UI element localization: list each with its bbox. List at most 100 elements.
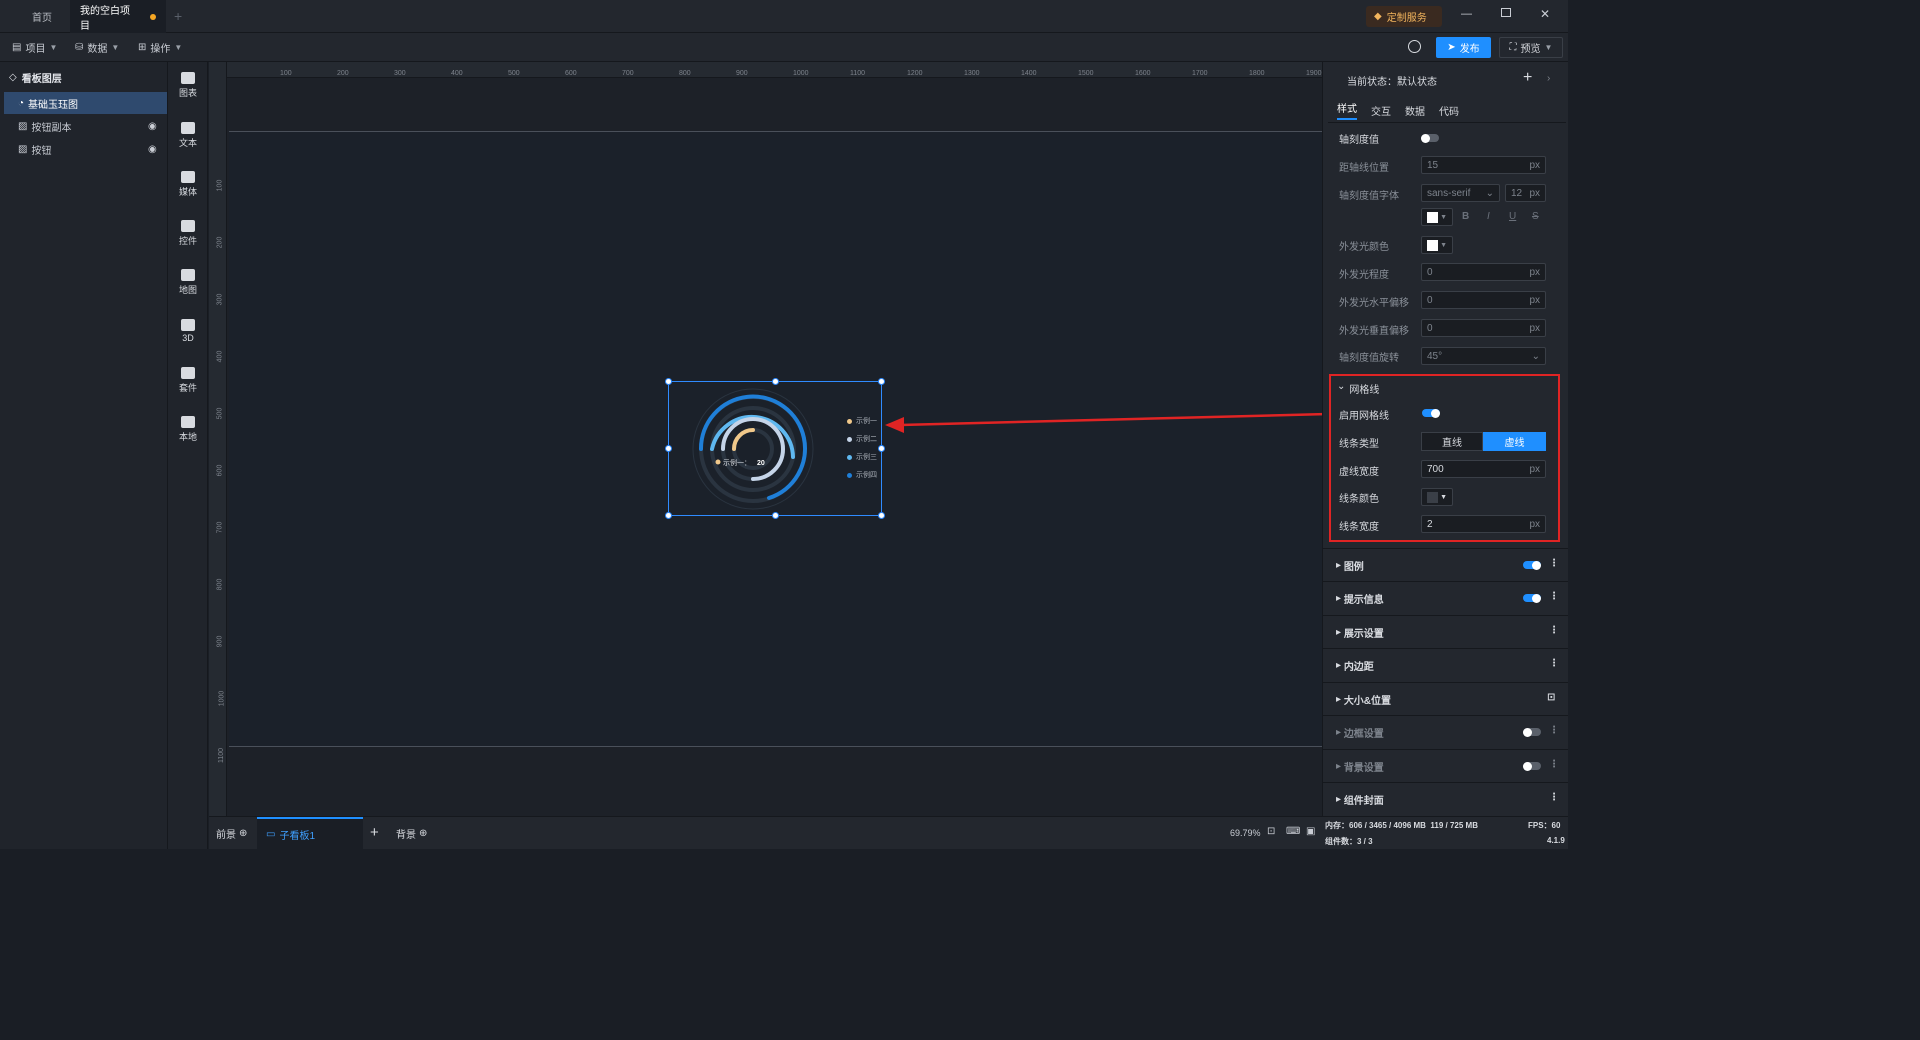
tool-text[interactable]: 文本 [168, 122, 208, 149]
rotate-select[interactable]: 45° ⌄ [1421, 347, 1546, 365]
italic-icon[interactable]: I [1487, 211, 1490, 222]
section-cover[interactable]: ▸ 组件封面 ⋮ [1323, 782, 1568, 815]
search-icon[interactable] [1408, 40, 1421, 53]
more-vertical-icon[interactable]: ⋮ [1549, 591, 1559, 602]
tool-local[interactable]: 本地 [168, 416, 208, 443]
add-circle-icon[interactable]: ⊕ [419, 828, 427, 839]
hidden-eye-icon[interactable]: ◉ [148, 144, 157, 155]
foreground-tab[interactable]: 前景 ⊕ [216, 826, 247, 841]
caret-right-icon: ▸ [1336, 559, 1344, 571]
more-vertical-icon[interactable]: ⋮ [1549, 725, 1559, 736]
preview-button[interactable]: ⛶ 预览 ▼ [1499, 37, 1563, 58]
tab-data[interactable]: 数据 [1405, 103, 1425, 118]
more-vertical-icon[interactable]: ⋮ [1549, 558, 1559, 569]
bold-icon[interactable]: B [1462, 211, 1469, 222]
tab-home[interactable]: 首页 [14, 0, 70, 33]
chevron-right-icon[interactable]: › [1547, 73, 1550, 84]
section-legend[interactable]: ▸ 图例 ⋮ [1323, 548, 1568, 581]
add-tab-icon[interactable]: + [174, 8, 182, 24]
resize-handle[interactable] [665, 445, 672, 452]
glow-h-input[interactable]: 0 px [1421, 291, 1546, 309]
resize-handle[interactable] [772, 512, 779, 519]
strikethrough-icon[interactable]: S [1532, 211, 1539, 222]
section-padding[interactable]: ▸ 内边距 ⋮ [1323, 648, 1568, 681]
line-color-picker[interactable]: ▼ [1421, 488, 1453, 506]
more-vertical-icon[interactable]: ⋮ [1549, 625, 1559, 636]
zoom-level[interactable]: 69.79% [1230, 828, 1261, 838]
menu-operate[interactable]: ⊞ 操作 ▼ [138, 33, 182, 62]
glow-level-input[interactable]: 0 px [1421, 263, 1546, 281]
background-tab[interactable]: 背景 ⊕ [396, 826, 427, 841]
subboard-tab[interactable]: ▭ 子看板1 [257, 817, 363, 850]
ring-chart-icon: ◔ [18, 97, 25, 109]
tooltip-toggle[interactable] [1523, 593, 1541, 603]
tool-3d[interactable]: 3D [168, 319, 208, 343]
legend-item[interactable]: 示例四 [847, 470, 877, 480]
close-icon[interactable]: ✕ [1540, 7, 1550, 21]
tab-style[interactable]: 样式 [1337, 100, 1357, 120]
fit-screen-icon[interactable]: ⊡ [1267, 826, 1275, 837]
minimize-icon[interactable]: — [1461, 8, 1472, 20]
publish-button[interactable]: ➤ 发布 [1436, 37, 1491, 58]
line-width-input[interactable]: 2 px [1421, 515, 1546, 533]
distance-input[interactable]: 15 px [1421, 156, 1546, 174]
glow-color-picker[interactable]: ▼ [1421, 236, 1453, 254]
hidden-eye-icon[interactable]: ◉ [148, 121, 157, 132]
font-size-input[interactable]: 12 px [1505, 184, 1546, 202]
grid-section-header[interactable]: ⌄ 网格线 [1337, 381, 1379, 396]
terminal-icon[interactable]: ▣ [1306, 826, 1315, 837]
resize-handle[interactable] [665, 512, 672, 519]
add-circle-icon[interactable]: ⊕ [239, 828, 247, 839]
layer-item[interactable]: ◔ 基础玉珏图 [4, 92, 167, 114]
menu-project[interactable]: ▤ 项目 ▼ [12, 33, 57, 62]
line-type-solid[interactable]: 直线 [1421, 432, 1483, 451]
resize-handle[interactable] [878, 512, 885, 519]
legend-item[interactable]: 示例一 [847, 416, 877, 426]
tool-kit[interactable]: 套件 [168, 367, 208, 394]
line-type-dashed[interactable]: 虚线 [1483, 432, 1546, 451]
section-background[interactable]: ▸ 背景设置 ⋮ [1323, 749, 1568, 782]
custom-service-button[interactable]: ◆ 定制服务 [1366, 6, 1442, 27]
dash-width-input[interactable]: 700 px [1421, 460, 1546, 478]
more-vertical-icon[interactable]: ⋮ [1549, 792, 1559, 803]
section-tooltip[interactable]: ▸ 提示信息 ⋮ [1323, 581, 1568, 614]
more-vertical-icon[interactable]: ⋮ [1549, 658, 1559, 669]
tool-chart[interactable]: 图表 [168, 72, 208, 99]
ruler-left: 100 200 300 400 500 600 700 800 900 1000 1100 [209, 62, 227, 816]
background-toggle[interactable] [1523, 761, 1541, 771]
tab-project[interactable]: 我的空白项目 [70, 0, 166, 33]
legend-toggle[interactable] [1523, 560, 1541, 570]
legend-item[interactable]: 示例三 [847, 452, 877, 462]
border-toggle[interactable] [1523, 727, 1541, 737]
legend-swatch [847, 418, 852, 424]
section-border[interactable]: ▸ 边框设置 ⋮ [1323, 715, 1568, 748]
underline-icon[interactable]: U [1509, 211, 1516, 222]
layer-item[interactable]: ▨ 按钮副本 ◉ [4, 115, 167, 137]
axis-tick-toggle[interactable] [1421, 133, 1439, 143]
tool-media[interactable]: 媒体 [168, 171, 208, 198]
resize-handle[interactable] [772, 378, 779, 385]
ring-chart-component[interactable]: 示例一： 20 示例一 示例二 示例三 示例四 [665, 378, 885, 519]
font-select[interactable]: sans-serif ⌄ [1421, 184, 1500, 202]
section-size-position[interactable]: ▸ 大小&位置 ⊡ [1323, 682, 1568, 715]
layer-item[interactable]: ▨ 按钮 ◉ [4, 138, 167, 160]
add-state-icon[interactable]: + [1523, 69, 1532, 87]
grid-enable-toggle[interactable] [1422, 408, 1440, 418]
tab-interaction[interactable]: 交互 [1371, 103, 1391, 118]
tab-code[interactable]: 代码 [1439, 103, 1459, 118]
glow-v-input[interactable]: 0 px [1421, 319, 1546, 337]
restore-icon[interactable] [1501, 8, 1511, 17]
section-display[interactable]: ▸ 展示设置 ⋮ [1323, 615, 1568, 648]
resize-handle[interactable] [878, 378, 885, 385]
resize-handle[interactable] [878, 445, 885, 452]
more-vertical-icon[interactable]: ⋮ [1549, 759, 1559, 770]
menu-data[interactable]: ⛁ 数据 ▼ [75, 33, 119, 62]
tool-map[interactable]: 地图 [168, 269, 208, 296]
add-board-icon[interactable]: + [370, 824, 379, 841]
font-color-picker[interactable]: ▼ [1421, 208, 1453, 226]
lock-icon[interactable]: ⊡ [1547, 692, 1555, 703]
resize-handle[interactable] [665, 378, 672, 385]
legend-item[interactable]: 示例二 [847, 434, 877, 444]
keyboard-icon[interactable]: ⌨ [1286, 826, 1300, 837]
tool-control[interactable]: 控件 [168, 220, 208, 247]
